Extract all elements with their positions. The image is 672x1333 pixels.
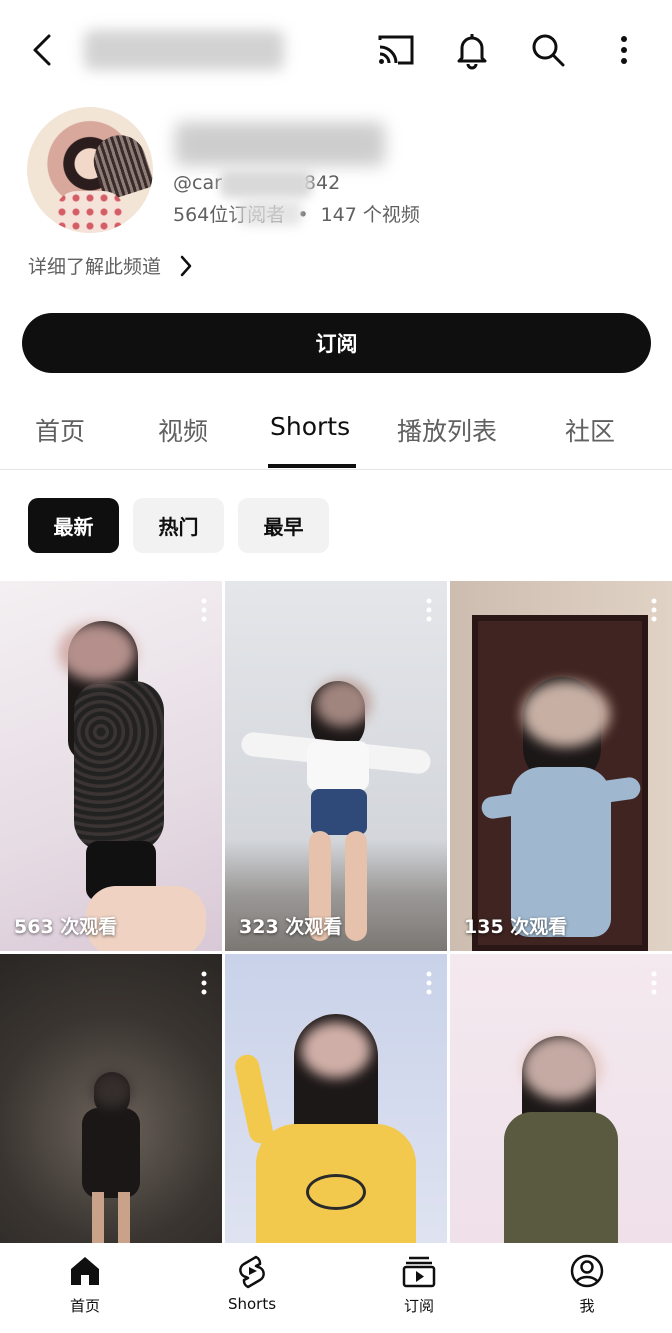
top-bar: [0, 0, 672, 100]
filter-chip-popular[interactable]: 热门: [133, 498, 224, 553]
nav-account-label: 我: [579, 1297, 595, 1315]
short-views: 135 次观看: [464, 916, 568, 938]
tab-videos[interactable]: 视频: [158, 412, 208, 448]
nav-shorts-label: Shorts: [227, 1295, 277, 1313]
nav-account[interactable]: 我: [532, 1253, 642, 1316]
avatar-kimono-shape: [55, 191, 125, 233]
channel-avatar: [27, 107, 153, 233]
short-thumbnail[interactable]: [0, 954, 222, 1244]
short-views: 563 次观看: [14, 916, 118, 938]
channel-more-info-link[interactable]: 详细了解此频道: [28, 252, 195, 279]
handle-prefix: @car: [173, 172, 222, 194]
active-tab-indicator: [268, 464, 356, 468]
nav-shorts[interactable]: Shorts: [197, 1253, 307, 1313]
short-thumbnail[interactable]: 563 次观看: [0, 581, 222, 951]
filter-chip-latest[interactable]: 最新: [28, 498, 119, 553]
more-info-label: 详细了解此频道: [28, 256, 162, 278]
more-vert-icon[interactable]: [602, 28, 646, 72]
handle-blur: [220, 170, 312, 198]
cast-icon[interactable]: [374, 28, 418, 72]
video-count: 147 个视频: [320, 204, 420, 226]
bell-icon[interactable]: [450, 28, 494, 72]
short-more-icon[interactable]: [650, 597, 658, 623]
short-more-icon[interactable]: [200, 597, 208, 623]
short-more-icon[interactable]: [425, 970, 433, 996]
filter-chip-oldest[interactable]: 最早: [238, 498, 329, 553]
subscribe-button[interactable]: 订阅: [22, 313, 651, 373]
tab-community[interactable]: 社区: [565, 412, 615, 448]
nav-subscriptions[interactable]: 订阅: [364, 1253, 474, 1316]
nav-subscriptions-label: 订阅: [403, 1297, 434, 1315]
chevron-right-icon: [180, 255, 192, 276]
subscriptions-icon: [402, 1256, 436, 1288]
short-thumbnail[interactable]: 135 次观看: [450, 581, 672, 951]
home-icon: [71, 1257, 99, 1285]
nav-home-label: 首页: [69, 1297, 100, 1315]
back-icon[interactable]: [22, 28, 66, 72]
short-more-icon[interactable]: [200, 970, 208, 996]
bottom-navigation: 首页 Shorts 订阅 我: [0, 1243, 672, 1333]
account-icon: [570, 1254, 604, 1288]
short-views: 323 次观看: [239, 916, 343, 938]
short-thumbnail[interactable]: 323 次观看: [225, 581, 447, 951]
short-thumbnail[interactable]: [450, 954, 672, 1244]
short-more-icon[interactable]: [650, 970, 658, 996]
channel-tabs: 首页 视频 Shorts 播放列表 社区: [0, 400, 672, 470]
channel-name-blurred: [175, 122, 385, 166]
tab-playlists[interactable]: 播放列表: [397, 412, 497, 448]
tab-shorts[interactable]: Shorts: [270, 412, 350, 441]
search-icon[interactable]: [526, 28, 570, 72]
shorts-icon: [239, 1255, 265, 1289]
tab-home[interactable]: 首页: [35, 412, 85, 448]
nav-home[interactable]: 首页: [30, 1253, 140, 1316]
stats-blur: [238, 200, 302, 226]
short-more-icon[interactable]: [425, 597, 433, 623]
channel-title-blurred: [84, 30, 284, 70]
short-thumbnail[interactable]: [225, 954, 447, 1244]
